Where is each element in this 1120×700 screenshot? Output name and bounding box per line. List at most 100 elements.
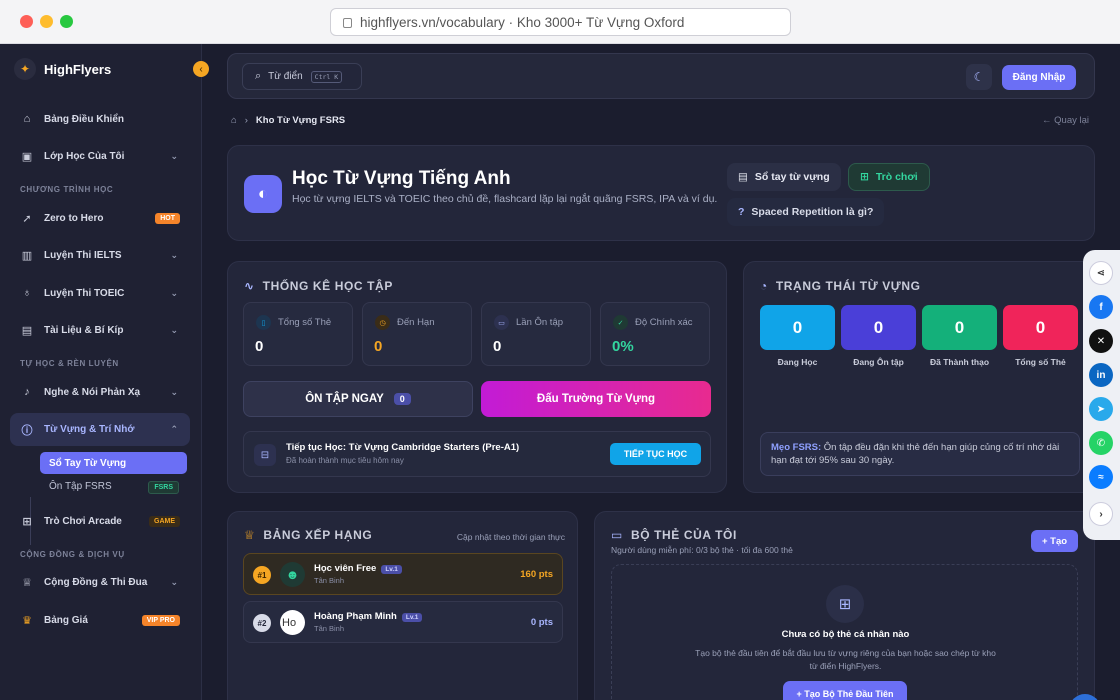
- vocab-status-card: ◔ TRẠNG THÁI TỪ VỰNG 0 0 0 0 Đang Học Đan…: [743, 261, 1095, 493]
- continue-title: Tiếp tục Học: Từ Vựng Cambridge Starters…: [286, 442, 520, 453]
- sidebar-item-arcade[interactable]: ⊞ Trò Chơi Arcade GAME: [10, 506, 190, 536]
- decks-quota: Người dùng miễn phí: 0/3 bộ thẻ · tối đa…: [611, 545, 793, 555]
- review-now-button[interactable]: ÔN TẬP NGAY 0: [243, 381, 473, 417]
- games-button[interactable]: ⊞ Trò chơi: [848, 163, 930, 191]
- sidebar-item-zero-to-hero[interactable]: ➚ Zero to Hero HOT: [10, 203, 190, 233]
- hot-badge: HOT: [155, 213, 180, 224]
- chevron-down-icon: ⌄: [170, 150, 178, 161]
- user-avatar: Ho: [280, 610, 305, 635]
- chevron-down-icon: ⌄: [170, 576, 178, 587]
- folder-icon: ▭: [611, 528, 623, 542]
- tile-reviewing: 0: [841, 305, 916, 350]
- section-program: CHƯƠNG TRÌNH HỌC: [20, 185, 114, 194]
- moon-icon: ☾: [973, 70, 985, 84]
- create-deck-button[interactable]: + Tạo: [1031, 530, 1078, 552]
- chevron-down-icon: ⌄: [170, 287, 178, 298]
- hero-card: ◐ Học Từ Vựng Tiếng Anh Học từ vựng IELT…: [227, 145, 1095, 241]
- game-badge: GAME: [149, 516, 180, 527]
- activity-icon: ∿: [244, 279, 255, 293]
- leaderboard-updated: Cập nhật theo thời gian thực: [456, 532, 565, 542]
- fsrs-badge: FSRS: [148, 481, 179, 494]
- sidebar-item-community[interactable]: ♕ Cộng Đồng & Thi Đua ⌄: [10, 567, 190, 597]
- sidebar-subitem-fsrs[interactable]: Ôn Tập FSRS FSRS: [40, 475, 187, 497]
- create-first-deck-button[interactable]: + Tạo Bộ Thẻ Đầu Tiên: [783, 681, 907, 700]
- crown-icon: ♛: [22, 614, 32, 627]
- sidebar-item-docs[interactable]: ▤ Tài Liệu & Bí Kíp ⌄: [10, 315, 190, 345]
- tile-mastered: 0: [922, 305, 997, 350]
- sidebar-item-pricing[interactable]: ♛ Bảng Giá VIP PRO: [10, 605, 190, 635]
- dictionary-search-button[interactable]: ⌕ Từ điển Ctrl K: [242, 63, 362, 90]
- continue-learning-panel: ⊟ Tiếp tục Học: Từ Vựng Cambridge Starte…: [243, 431, 711, 477]
- gamepad-icon: ⊞: [860, 171, 869, 183]
- address-bar[interactable]: highflyers.vn/vocabulary · Kho 3000+ Từ …: [330, 8, 791, 36]
- calendar-icon: ▤: [21, 324, 33, 337]
- pie-icon: ◔: [760, 279, 768, 293]
- review-count-badge: 0: [393, 393, 411, 405]
- sidebar-item-dashboard[interactable]: ⌂ Bảng Điều Khiển: [10, 104, 190, 134]
- login-button[interactable]: Đăng Nhập: [1002, 65, 1076, 90]
- messenger-icon[interactable]: ≈: [1089, 465, 1113, 489]
- home-icon[interactable]: ⌂: [231, 115, 237, 126]
- sidebar-item-classes[interactable]: ▣ Lớp Học Của Tôi ⌄: [10, 141, 190, 171]
- collapse-sidebar-button[interactable]: ‹: [193, 61, 209, 77]
- back-link[interactable]: ← Quay lại: [1042, 115, 1089, 126]
- leaderboard-row[interactable]: #1 ☻ Học viên Free Lv.1 Tân Binh 160 pts: [243, 553, 563, 595]
- help-circle-icon: ?: [738, 206, 745, 218]
- section-community: CỘNG ĐỒNG & DỊCH VỤ: [20, 550, 125, 559]
- book-icon: ▣: [21, 150, 33, 163]
- browser-bar: highflyers.vn/vocabulary · Kho 3000+ Từ …: [0, 0, 1120, 44]
- share-bar: ⋖ f ✕ in ➤ ✆ ≈ ›: [1083, 250, 1120, 540]
- sidebar-item-ielts[interactable]: ▥ Luyện Thi IELTS ⌄: [10, 240, 190, 270]
- chevron-down-icon: ⌄: [170, 249, 178, 260]
- telegram-icon[interactable]: ➤: [1089, 397, 1113, 421]
- gamepad-icon: ⊞: [22, 515, 32, 528]
- close-window-button[interactable]: [20, 15, 33, 28]
- trophy-icon: ♕: [22, 576, 32, 589]
- empty-description: Tạo bộ thẻ đầu tiên để bắt đầu lưu từ vự…: [695, 648, 996, 671]
- chevron-down-icon: ⌄: [170, 324, 178, 335]
- section-self-study: TỰ HỌC & RÈN LUYỆN: [20, 359, 119, 368]
- arrow-left-icon: ←: [1042, 115, 1052, 126]
- x-icon[interactable]: ✕: [1089, 329, 1113, 353]
- search-icon: ⌕: [255, 70, 262, 82]
- minimize-window-button[interactable]: [40, 15, 53, 28]
- page-description: Học từ vựng IELTS và TOEIC theo chủ đề, …: [292, 193, 718, 205]
- stat-accuracy: ✓ Độ Chính xác 0%: [600, 302, 710, 366]
- home-icon: ⌂: [23, 113, 31, 125]
- whatsapp-icon[interactable]: ✆: [1089, 431, 1113, 455]
- info-circle-icon: ⓘ: [21, 424, 33, 437]
- sidebar-item-vocabulary[interactable]: ⓘ Từ Vựng & Trí Nhớ ⌃: [10, 413, 190, 446]
- facebook-icon[interactable]: f: [1089, 295, 1113, 319]
- sidebar: ✦ HighFlyers ‹ ⌂ Bảng Điều Khiển ▣ Lớp Học…: [0, 44, 209, 700]
- headphones-icon: ♪: [24, 386, 30, 398]
- vocab-arena-button[interactable]: Đấu Trường Từ Vựng: [481, 381, 711, 417]
- breadcrumb: ⌂ › Kho Từ Vựng FSRS: [231, 115, 345, 126]
- sidebar-item-speaking[interactable]: ♪ Nghe & Nói Phản Xạ ⌄: [10, 377, 190, 407]
- notebook-icon: ▤: [738, 171, 748, 183]
- dark-mode-toggle[interactable]: ☾: [966, 64, 992, 90]
- gift-icon: ⊟: [254, 444, 276, 466]
- chevron-right-icon[interactable]: ›: [1089, 502, 1113, 526]
- spaced-repetition-button[interactable]: ? Spaced Repetition là gì?: [727, 198, 885, 226]
- linkedin-icon[interactable]: in: [1089, 363, 1113, 387]
- top-bar: ⌕ Từ điển Ctrl K ☾ Đăng Nhập: [227, 53, 1095, 99]
- breadcrumb-current: Kho Từ Vựng FSRS: [255, 115, 346, 126]
- cards-icon: ▯: [256, 315, 271, 330]
- share-icon[interactable]: ⋖: [1089, 261, 1113, 285]
- award-icon: ♁: [22, 287, 32, 299]
- sidebar-item-toeic[interactable]: ♁ Luyện Thi TOEIC ⌄: [10, 278, 190, 308]
- maximize-window-button[interactable]: [60, 15, 73, 28]
- stat-due: ◷ Đến Hạn 0: [362, 302, 472, 366]
- stat-total-cards: ▯ Tổng số Thẻ 0: [243, 302, 353, 366]
- continue-learning-button[interactable]: TIẾP TỤC HỌC: [610, 443, 701, 465]
- rocket-icon: ➚: [22, 212, 32, 225]
- brand-logo[interactable]: ✦ HighFlyers: [14, 58, 111, 80]
- brand-mark-icon: ✦: [14, 58, 36, 80]
- sidebar-subitem-notebook[interactable]: Sổ Tay Từ Vựng: [40, 452, 187, 474]
- continue-subtitle: Đã hoàn thành mục tiêu hôm nay: [286, 456, 404, 465]
- notebook-button[interactable]: ▤ Sổ tay từ vựng: [727, 163, 841, 191]
- layers-icon: ▭: [494, 315, 509, 330]
- folder-plus-icon: ⊞: [826, 585, 864, 623]
- clock-icon: ◷: [375, 315, 390, 330]
- leaderboard-row[interactable]: #2 Ho Hoàng Phạm Minh Lv.1 Tân Binh 0 pts: [243, 601, 563, 643]
